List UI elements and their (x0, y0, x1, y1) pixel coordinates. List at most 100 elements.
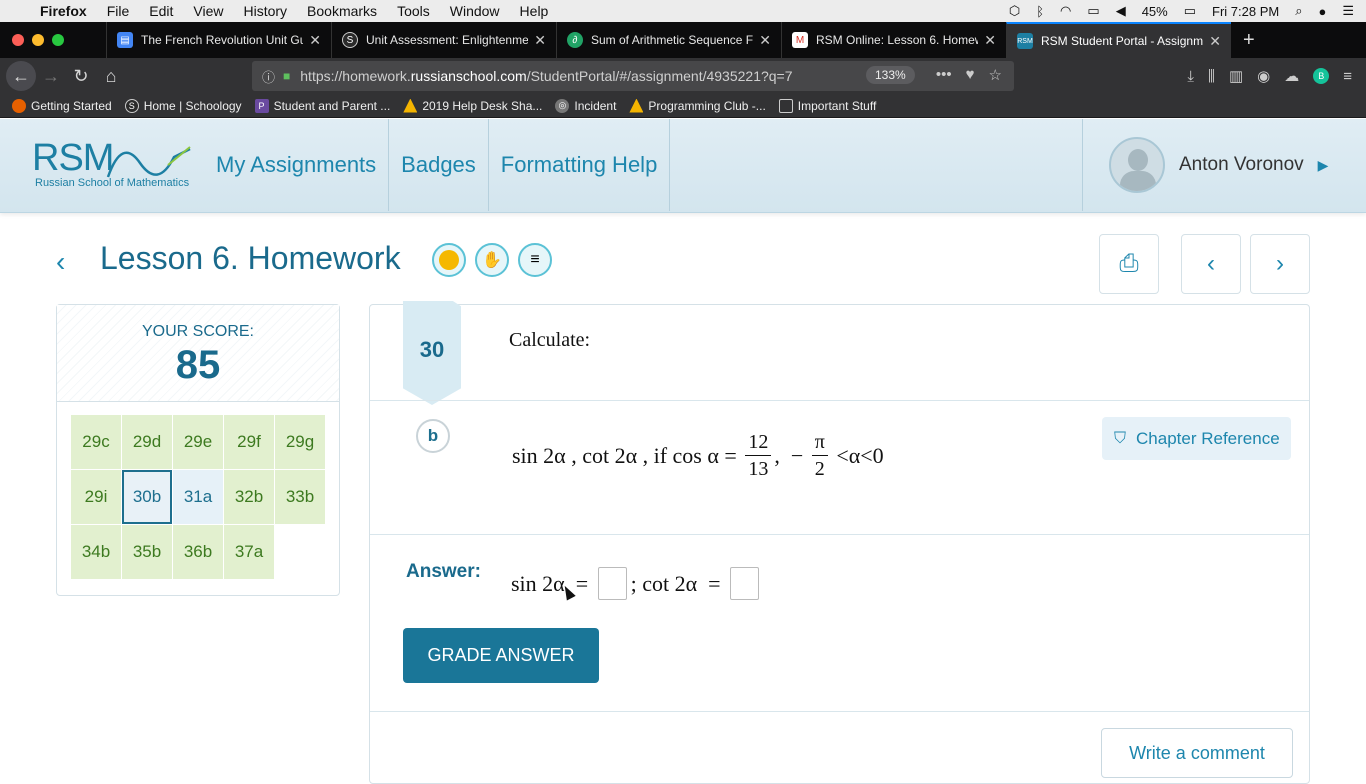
volume-icon[interactable]: ◀ (1116, 3, 1126, 19)
account-icon[interactable]: ◉ (1257, 67, 1270, 85)
minimize-window-icon[interactable] (32, 34, 44, 46)
site-info-icon[interactable]: ⓘ (262, 67, 275, 86)
downloads-icon[interactable]: ⤓ (1187, 68, 1194, 85)
problem-cell[interactable]: 31a (173, 470, 223, 524)
battery-percent[interactable]: 45% (1142, 4, 1168, 19)
bookmark-incident[interactable]: ◎ Incident (555, 98, 617, 113)
problem-cell[interactable]: 29i (71, 470, 121, 524)
bookmark-important-stuff[interactable]: Important Stuff (778, 98, 876, 113)
nav-badges[interactable]: Badges (389, 119, 489, 211)
bookmark-getting-started[interactable]: Getting Started (12, 98, 112, 113)
avatar[interactable] (1109, 137, 1165, 193)
firefox-icon (12, 98, 26, 113)
clock[interactable]: Fri 7:28 PM (1212, 4, 1279, 19)
rsm-logo[interactable]: RSM Russian School of Mathematics (32, 137, 192, 197)
battery-icon[interactable]: ▭ (1184, 3, 1196, 19)
close-window-icon[interactable] (12, 34, 24, 46)
menu-file[interactable]: File (107, 3, 130, 19)
bookmark-programming-club[interactable]: Programming Club -... (629, 98, 766, 113)
fraction: π2 (811, 429, 828, 482)
problem-cell[interactable]: 32b (224, 470, 274, 524)
page-actions-icon[interactable]: ••• (936, 66, 952, 84)
back-chevron-icon[interactable]: ‹ (56, 246, 65, 278)
pocket-icon[interactable]: ♥ (966, 66, 975, 84)
zoom-level-badge[interactable]: 133% (866, 66, 915, 84)
close-tab-icon[interactable]: ✕ (759, 32, 771, 49)
new-tab-icon[interactable]: + (1243, 29, 1255, 52)
problem-cell[interactable]: 29e (173, 415, 223, 469)
wifi-icon[interactable]: ◠ (1060, 3, 1071, 19)
bookmark-student-parent[interactable]: P Student and Parent ... (254, 98, 390, 113)
nav-my-assignments[interactable]: My Assignments (204, 119, 390, 211)
printer-icon: ⎙ (1119, 250, 1139, 277)
browser-tab-rsm-student-portal[interactable]: RSM RSM Student Portal - Assignme ✕ (1006, 22, 1231, 58)
next-problem-button[interactable]: › (1250, 234, 1310, 294)
lock-icon[interactable]: ■ (283, 69, 290, 83)
maximize-window-icon[interactable] (52, 34, 64, 46)
user-menu[interactable]: Anton Voronov ▶ (1082, 119, 1366, 211)
sidebar-icon[interactable]: ▥ (1229, 67, 1243, 85)
desmos-icon: ∂ (567, 32, 583, 48)
previous-problem-button[interactable]: ‹ (1181, 234, 1241, 294)
problem-cell[interactable]: 29c (71, 415, 121, 469)
home-icon[interactable]: ⌂ (96, 66, 126, 87)
back-arrow-icon[interactable]: ← (6, 61, 36, 91)
close-tab-icon[interactable]: ✕ (309, 32, 321, 49)
medal-badge-icon[interactable] (432, 243, 466, 277)
grammarly-icon[interactable]: B (1313, 68, 1330, 84)
user-name[interactable]: Anton Voronov (1179, 154, 1304, 176)
menu-bookmarks[interactable]: Bookmarks (307, 3, 377, 19)
notification-center-icon[interactable]: ☰ (1342, 3, 1354, 19)
problem-cell[interactable]: 34b (71, 525, 121, 579)
problem-cell[interactable]: 30b (122, 470, 172, 524)
browser-tab-arithmetic-sequence[interactable]: ∂ Sum of Arithmetic Sequence Fo ✕ (556, 22, 781, 58)
bookmark-star-icon[interactable]: ☆ (989, 66, 1002, 84)
siri-icon[interactable]: ● (1318, 4, 1326, 19)
chevron-right-icon[interactable]: ▶ (1318, 157, 1329, 174)
menu-history[interactable]: History (243, 3, 287, 19)
bookmark-schoology[interactable]: S Home | Schoology (124, 98, 242, 113)
nav-formatting-help[interactable]: Formatting Help (489, 119, 671, 211)
menu-tools[interactable]: Tools (397, 3, 430, 19)
problem-cell[interactable]: 37a (224, 525, 274, 579)
close-tab-icon[interactable]: ✕ (1209, 33, 1221, 50)
url-bar[interactable]: ⓘ ■ https://homework. russianschool.com/S… (252, 61, 1014, 91)
grade-answer-button[interactable]: GRADE ANSWER (403, 628, 599, 683)
menu-help[interactable]: Help (520, 3, 549, 19)
reload-icon[interactable]: ↻ (66, 66, 96, 87)
bookmark-label: Incident (574, 98, 617, 113)
browser-tab-unit-assessment[interactable]: S Unit Assessment: Enlightenmen ✕ (331, 22, 556, 58)
menu-app-name[interactable]: Firefox (40, 3, 87, 19)
browser-tab-french-revolution[interactable]: ▤ The French Revolution Unit Gui ✕ (106, 22, 331, 58)
problem-cell[interactable]: 33b (275, 470, 325, 524)
hand-badge-icon[interactable]: ✋ (475, 243, 509, 277)
problem-cell[interactable]: 29d (122, 415, 172, 469)
bluetooth-icon[interactable]: ᛒ (1036, 4, 1044, 19)
problem-cell[interactable]: 35b (122, 525, 172, 579)
menu-hamburger-icon[interactable]: ≡ (1343, 68, 1352, 85)
menu-edit[interactable]: Edit (149, 3, 173, 19)
sin2a-answer-input[interactable] (597, 567, 627, 600)
problem-cell[interactable]: 29f (224, 415, 274, 469)
menu-view[interactable]: View (193, 3, 223, 19)
chapter-reference-button[interactable]: ⛉ Chapter Reference (1102, 417, 1291, 460)
bookmark-help-desk[interactable]: 2019 Help Desk Sha... (403, 98, 542, 113)
dropbox-icon[interactable]: ⬡ (1009, 3, 1020, 19)
forward-arrow-icon[interactable]: → (36, 66, 66, 87)
menu-window[interactable]: Window (450, 3, 500, 19)
cot2a-answer-input[interactable] (730, 567, 760, 600)
close-tab-icon[interactable]: ✕ (534, 32, 546, 49)
browser-tab-rsm-online[interactable]: M RSM Online: Lesson 6. Homewo ✕ (781, 22, 1006, 58)
problem-cell[interactable]: 36b (173, 525, 223, 579)
answer-expression: sin 2α = ; cot 2α = (511, 567, 763, 600)
problem-cell[interactable]: 29g (275, 415, 325, 469)
write-comment-button[interactable]: Write a comment (1101, 728, 1293, 778)
library-icon[interactable]: ⫼ (1208, 68, 1215, 85)
books-badge-icon[interactable]: ≡ (518, 243, 552, 277)
problem-panel: 30 Calculate: b sin 2α , cot 2α , if cos… (369, 301, 1310, 784)
airplay-icon[interactable]: ▭ (1087, 3, 1099, 19)
spotlight-search-icon[interactable]: ⌕ (1295, 3, 1302, 19)
extension-icon[interactable]: ☁ (1284, 67, 1299, 85)
print-button[interactable]: ⎙ (1099, 234, 1159, 294)
close-tab-icon[interactable]: ✕ (984, 32, 996, 49)
